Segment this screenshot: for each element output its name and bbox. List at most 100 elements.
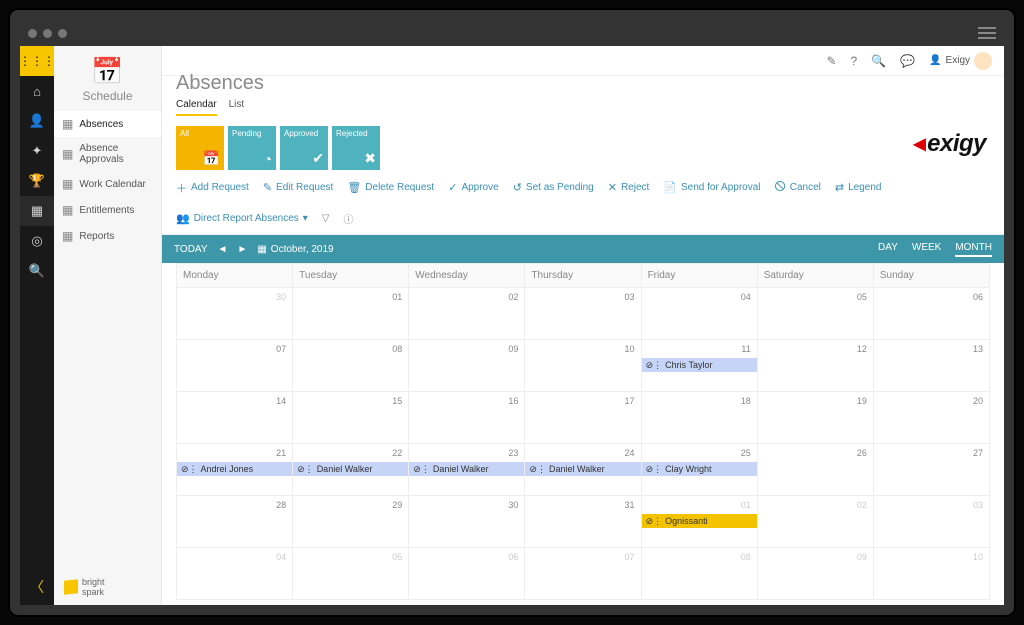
search-icon[interactable]: 🔍	[871, 54, 886, 68]
window-dot[interactable]	[28, 29, 37, 38]
calendar-cell[interactable]: 22⊘⋮Daniel Walker	[293, 444, 409, 496]
calendar-cell[interactable]: 01	[293, 288, 409, 340]
toolbar-action[interactable]: 🗑Delete Request	[347, 181, 434, 194]
calendar-cell[interactable]: 09	[757, 548, 873, 600]
toolbar-action[interactable]: ✎Edit Request	[263, 181, 333, 194]
user-menu[interactable]: 👤 Exigy	[929, 52, 992, 70]
nav-rail: ⋮⋮⋮ ⌂👤✦🏆▦◎🔍 〈	[20, 46, 54, 605]
next-arrow-icon[interactable]: ►	[237, 244, 247, 255]
calendar-event[interactable]: ⊘⋮Andrei Jones	[177, 462, 292, 476]
edit-icon[interactable]: ✎	[826, 54, 836, 68]
calendar-cell[interactable]: 07	[525, 548, 641, 600]
filter-card[interactable]: All📅	[176, 126, 224, 170]
prev-arrow-icon[interactable]: ◄	[218, 244, 228, 255]
view-tab[interactable]: List	[229, 99, 245, 116]
calendar-cell[interactable]: 10	[873, 548, 989, 600]
today-button[interactable]: TODAY	[174, 244, 208, 255]
filter-icon[interactable]: ▽	[322, 213, 330, 224]
calendar-event[interactable]: ⊘⋮Daniel Walker	[409, 462, 524, 476]
calendar-cell[interactable]: 12	[757, 340, 873, 392]
calendar-event[interactable]: ⊘⋮Chris Taylor	[642, 358, 757, 372]
calendar-cell[interactable]: 16	[409, 392, 525, 444]
calendar-cell[interactable]: 20	[873, 392, 989, 444]
rail-icon[interactable]: 🏆	[20, 166, 54, 196]
calendar-cell[interactable]: 09	[409, 340, 525, 392]
calendar-cell[interactable]: 18	[641, 392, 757, 444]
month-picker[interactable]: ▦ October, 2019	[257, 244, 333, 255]
rail-icon[interactable]: 👤	[20, 106, 54, 136]
calendar-cell[interactable]: 10	[525, 340, 641, 392]
rail-icon[interactable]: ✦	[20, 136, 54, 166]
calendar-cell[interactable]: 03	[525, 288, 641, 340]
day-number: 31	[625, 500, 635, 510]
calendar-cell[interactable]: 21⊘⋮Andrei Jones	[177, 444, 293, 496]
calendar-event[interactable]: ⊘⋮Daniel Walker	[525, 462, 640, 476]
calendar-cell[interactable]: 06	[409, 548, 525, 600]
view-tab[interactable]: Calendar	[176, 99, 217, 116]
calendar-cell[interactable]: 24⊘⋮Daniel Walker	[525, 444, 641, 496]
sidebar-item[interactable]: ▦Work Calendar	[54, 171, 161, 197]
calendar-cell[interactable]: 07	[177, 340, 293, 392]
calendar-cell[interactable]: 08	[641, 548, 757, 600]
hamburger-icon[interactable]	[978, 27, 996, 39]
calendar-cell[interactable]: 05	[293, 548, 409, 600]
sidebar-item[interactable]: ▦Entitlements	[54, 197, 161, 223]
calendar-cell[interactable]: 03	[873, 496, 989, 548]
sidebar-item[interactable]: ▦Absences	[54, 111, 161, 137]
toolbar-action[interactable]: 🛇Cancel	[775, 178, 821, 197]
calendar-cell[interactable]: 25⊘⋮Clay Wright	[641, 444, 757, 496]
calendar-cell[interactable]: 04	[641, 288, 757, 340]
calendar-view-tab[interactable]: WEEK	[912, 242, 941, 257]
rail-icon[interactable]: ▦	[20, 196, 54, 226]
toolbar-action[interactable]: ↺Set as Pending	[513, 181, 594, 194]
rail-icon[interactable]: ⌂	[20, 76, 54, 106]
calendar-view-tab[interactable]: MONTH	[955, 242, 992, 257]
calendar-cell[interactable]: 05	[757, 288, 873, 340]
calendar-event[interactable]: ⊘⋮Ognissanti	[642, 514, 757, 528]
calendar-cell[interactable]: 28	[177, 496, 293, 548]
filter-card[interactable]: Pending◔	[228, 126, 276, 170]
window-dot[interactable]	[43, 29, 52, 38]
calendar-cell[interactable]: 04	[177, 548, 293, 600]
window-dot[interactable]	[58, 29, 67, 38]
rail-icon[interactable]: 🔍	[20, 256, 54, 286]
toolbar-action[interactable]: ＋Add Request	[176, 180, 249, 196]
toolbar-action[interactable]: 👥Direct Report Absences ▾	[176, 212, 308, 225]
calendar-cell[interactable]: 14	[177, 392, 293, 444]
toolbar-action[interactable]: ✕Reject	[608, 181, 650, 194]
calendar-cell[interactable]: 15	[293, 392, 409, 444]
calendar-cell[interactable]: 31	[525, 496, 641, 548]
calendar-cell[interactable]: 02	[409, 288, 525, 340]
calendar-cell[interactable]: 11⊘⋮Chris Taylor	[641, 340, 757, 392]
calendar-cell[interactable]: 30	[409, 496, 525, 548]
calendar-view-tab[interactable]: DAY	[878, 242, 898, 257]
chat-icon[interactable]: 💬	[900, 54, 915, 68]
calendar-event[interactable]: ⊘⋮Daniel Walker	[293, 462, 408, 476]
calendar-cell[interactable]: 08	[293, 340, 409, 392]
sidebar-item[interactable]: ▦Absence Approvals	[54, 137, 161, 171]
calendar-cell[interactable]: 17	[525, 392, 641, 444]
action-label: Direct Report Absences	[194, 213, 299, 224]
calendar-cell[interactable]: 13	[873, 340, 989, 392]
toolbar-action[interactable]: 📄Send for Approval	[663, 181, 760, 194]
calendar-cell[interactable]: 02	[757, 496, 873, 548]
collapse-icon[interactable]: 〈	[30, 577, 44, 597]
info-icon[interactable]: ⓘ	[344, 211, 354, 226]
filter-card[interactable]: Approved✔	[280, 126, 328, 170]
calendar-cell[interactable]: 29	[293, 496, 409, 548]
app-launcher-icon[interactable]: ⋮⋮⋮	[20, 46, 54, 76]
filter-card[interactable]: Rejected✖	[332, 126, 380, 170]
toolbar-action[interactable]: ⇄Legend	[835, 181, 882, 194]
calendar-cell[interactable]: 19	[757, 392, 873, 444]
calendar-cell[interactable]: 27	[873, 444, 989, 496]
calendar-cell[interactable]: 01⊘⋮Ognissanti	[641, 496, 757, 548]
calendar-cell[interactable]: 30	[177, 288, 293, 340]
calendar-cell[interactable]: 23⊘⋮Daniel Walker	[409, 444, 525, 496]
sidebar-item[interactable]: ▦Reports	[54, 223, 161, 249]
calendar-event[interactable]: ⊘⋮Clay Wright	[642, 462, 757, 476]
help-icon[interactable]: ?	[851, 54, 858, 68]
calendar-cell[interactable]: 26	[757, 444, 873, 496]
rail-icon[interactable]: ◎	[20, 226, 54, 256]
calendar-cell[interactable]: 06	[873, 288, 989, 340]
toolbar-action[interactable]: ✓Approve	[448, 181, 498, 194]
